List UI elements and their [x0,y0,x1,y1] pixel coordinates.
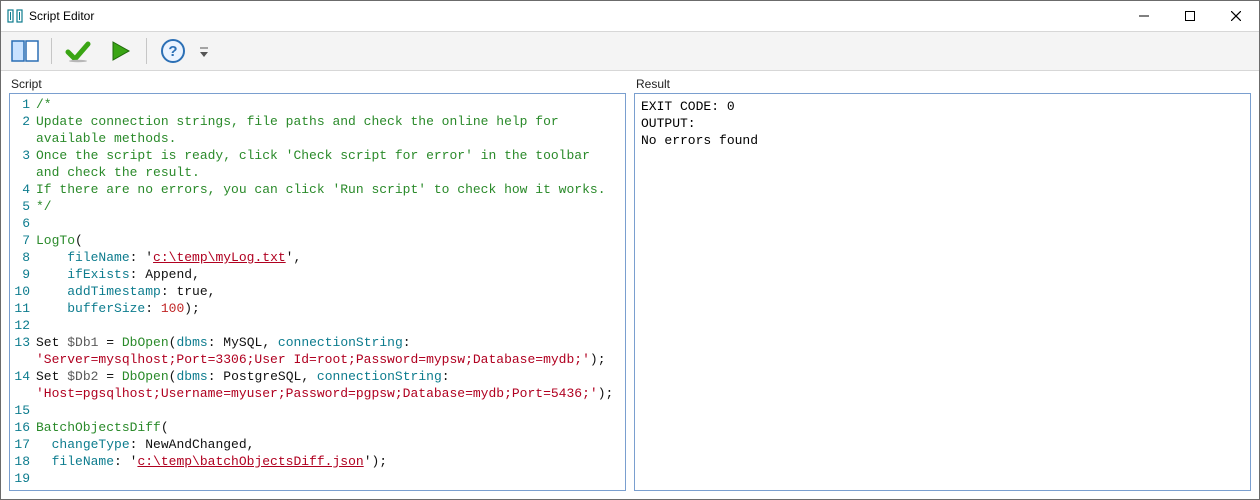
result-line: No errors found [641,133,758,148]
line-number: 5 [10,198,36,215]
line-number: 14 [10,368,36,385]
line-number: 16 [10,419,36,436]
minimize-button[interactable] [1121,1,1167,31]
svg-text:?: ? [168,43,177,60]
result-line: OUTPUT: [641,116,696,131]
content-area: Script 1/* 2Update connection strings, f… [1,71,1259,499]
result-line: EXIT CODE: 0 [641,99,735,114]
line-number: 3 [10,147,36,164]
line-number: 10 [10,283,36,300]
app-icon [7,8,23,24]
line-number: 9 [10,266,36,283]
line-number: 17 [10,436,36,453]
script-editor[interactable]: 1/* 2Update connection strings, file pat… [9,93,626,491]
line-number: 6 [10,215,36,232]
toggle-panels-button[interactable] [7,35,43,67]
toolbar-separator [51,38,52,64]
line-number: 2 [10,113,36,130]
check-script-button[interactable] [60,35,96,67]
toolbar-separator [146,38,147,64]
line-number: 19 [10,470,36,487]
toolbar-overflow-button[interactable] [197,35,211,67]
script-panel-label: Script [9,77,626,93]
line-number: 12 [10,317,36,334]
toolbar: ? [1,31,1259,71]
titlebar[interactable]: Script Editor [1,1,1259,31]
script-panel: Script 1/* 2Update connection strings, f… [9,77,626,491]
help-button[interactable]: ? [155,35,191,67]
line-number: 11 [10,300,36,317]
result-panel: Result EXIT CODE: 0 OUTPUT: No errors fo… [634,77,1251,491]
run-script-button[interactable] [102,35,138,67]
line-number: 15 [10,402,36,419]
result-panel-label: Result [634,77,1251,93]
line-number: 18 [10,453,36,470]
line-number: 7 [10,232,36,249]
maximize-button[interactable] [1167,1,1213,31]
script-editor-window: Script Editor [0,0,1260,500]
line-number: 8 [10,249,36,266]
window-title: Script Editor [29,9,1121,23]
line-number: 13 [10,334,36,351]
line-number: 1 [10,96,36,113]
line-number: 4 [10,181,36,198]
close-button[interactable] [1213,1,1259,31]
result-output[interactable]: EXIT CODE: 0 OUTPUT: No errors found [634,93,1251,491]
window-controls [1121,1,1259,31]
